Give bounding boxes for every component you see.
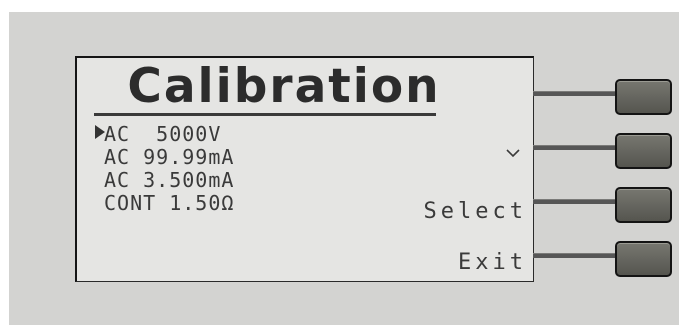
menu-item-cont-1-50ohm[interactable]: CONT 1.50Ω xyxy=(104,192,234,214)
page-title: Calibration xyxy=(127,59,441,114)
softkey-button-down[interactable] xyxy=(615,133,672,169)
softkey-button-exit[interactable] xyxy=(615,241,672,277)
softkey-line-2 xyxy=(533,145,618,150)
softkey-button-select[interactable] xyxy=(615,187,672,223)
menu-item-ac-3-500ma[interactable]: AC 3.500mA xyxy=(104,169,234,191)
title-underline xyxy=(94,113,436,116)
softkey-label-exit: Exit xyxy=(458,250,527,275)
menu-item-ac-5000v[interactable]: AC 5000V xyxy=(104,123,221,145)
chevron-down-icon xyxy=(506,149,520,158)
menu-item-ac-99-99ma[interactable]: AC 99.99mA xyxy=(104,146,234,168)
softkey-label-select: Select xyxy=(423,199,527,224)
softkey-line-1 xyxy=(533,91,618,96)
softkey-line-3 xyxy=(533,199,618,204)
softkey-button-1[interactable] xyxy=(615,79,672,115)
softkey-line-4 xyxy=(533,253,618,258)
